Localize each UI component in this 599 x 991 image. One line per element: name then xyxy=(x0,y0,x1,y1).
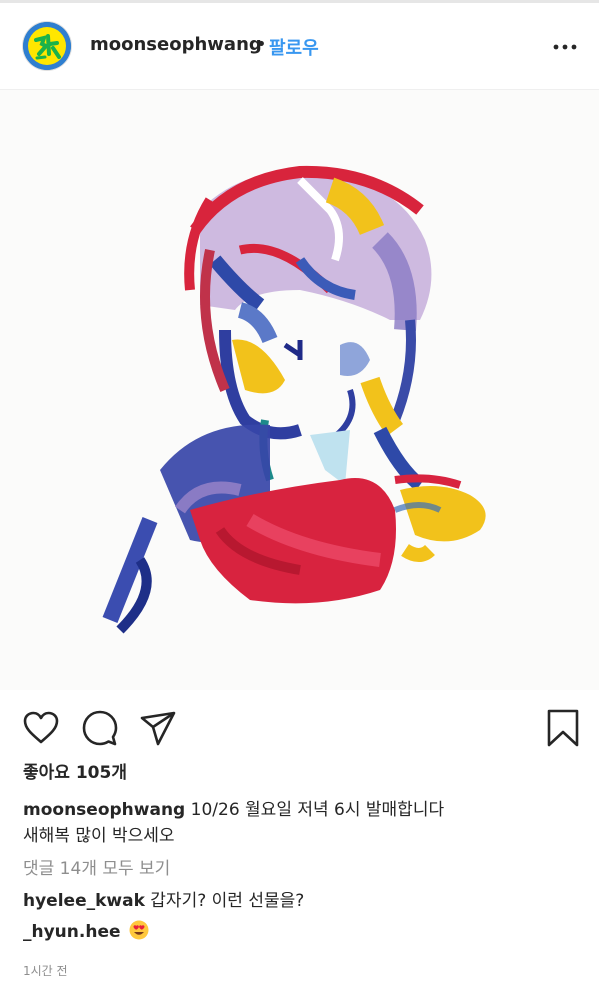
likes-count[interactable]: 좋아요 105개 xyxy=(23,758,127,783)
follow-button[interactable]: 팔로우 xyxy=(269,34,319,60)
view-all-comments-link[interactable]: 댓글 14개 모두 보기 xyxy=(23,854,170,879)
caption-text-line2: 새해복 많이 박으세오 xyxy=(23,826,175,846)
profile-avatar-logo-icon xyxy=(23,22,71,70)
post-caption: moonseophwang 10/26 월요일 저녁 6시 발매합니다 새해복 … xyxy=(23,797,583,849)
separator-dot: • xyxy=(256,34,267,55)
caption-text: 10/26 월요일 저녁 6시 발매합니다 xyxy=(190,800,445,820)
post-timestamp: 1시간 전 xyxy=(23,964,68,978)
comment-username[interactable]: _hyun.hee xyxy=(23,922,121,942)
comment-text: 갑자기? 이런 선물을? xyxy=(150,891,305,911)
heart-icon[interactable] xyxy=(21,708,61,748)
avatar[interactable] xyxy=(23,22,71,70)
post-image[interactable] xyxy=(0,90,599,690)
heart-eyes-emoji-icon xyxy=(129,920,149,940)
caption-username[interactable]: moonseophwang xyxy=(23,800,185,820)
post-actions xyxy=(0,708,599,748)
comment-username[interactable]: hyelee_kwak xyxy=(23,891,145,911)
comment-item: hyelee_kwak 갑자기? 이런 선물을? xyxy=(23,886,304,911)
painted-portrait-artwork xyxy=(0,90,599,690)
more-options-icon[interactable] xyxy=(553,38,577,50)
comment-item: _hyun.hee xyxy=(23,920,149,942)
post-header: moonseophwang • 팔로우 xyxy=(0,3,599,90)
send-icon[interactable] xyxy=(138,708,178,748)
post-username[interactable]: moonseophwang xyxy=(90,34,262,55)
bookmark-icon[interactable] xyxy=(543,708,583,748)
comment-bubble-icon[interactable] xyxy=(80,708,120,748)
